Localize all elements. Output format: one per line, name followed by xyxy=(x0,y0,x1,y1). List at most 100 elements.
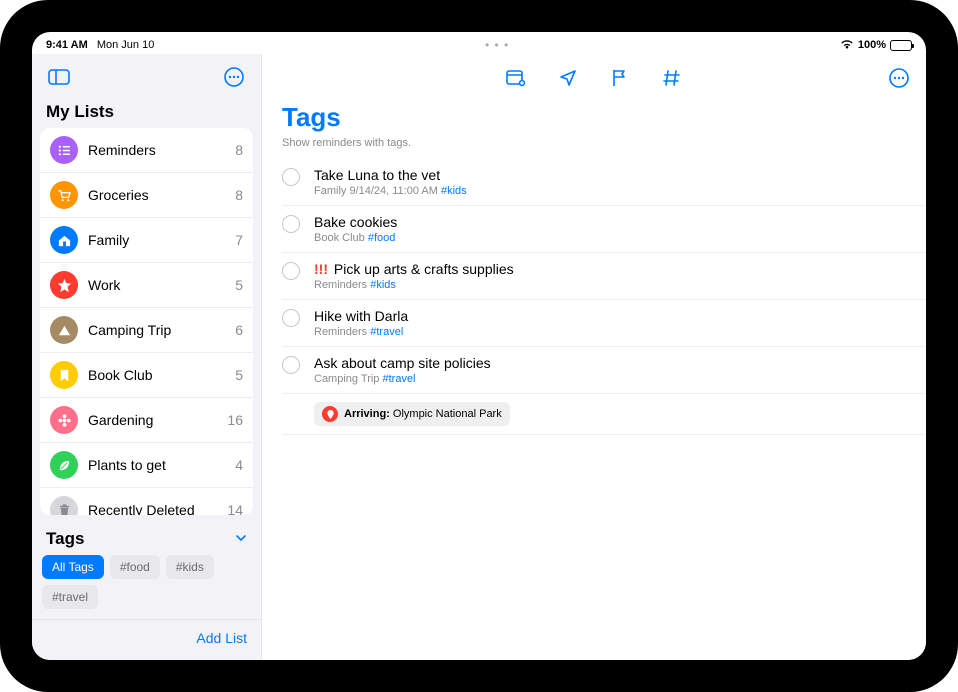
status-date: Mon Jun 10 xyxy=(97,39,154,51)
tag-pill[interactable]: #food xyxy=(110,555,160,579)
reminder-item[interactable]: Bake cookies Book Club #food xyxy=(282,206,926,253)
complete-circle[interactable] xyxy=(282,262,300,280)
list-item[interactable]: Reminders8 xyxy=(40,128,253,173)
list-item[interactable]: Work5 xyxy=(40,263,253,308)
reminder-title-text: Hike with Darla xyxy=(314,308,408,324)
reminder-meta: Book Club #food xyxy=(314,232,912,244)
list-count: 5 xyxy=(235,277,243,293)
list-name: Family xyxy=(88,232,235,248)
trash-icon xyxy=(50,496,78,515)
priority-indicator: !!! xyxy=(314,261,328,277)
hashtag-icon[interactable] xyxy=(659,65,685,91)
list-name: Work xyxy=(88,277,235,293)
tag-pill[interactable]: #travel xyxy=(42,585,98,609)
reminder-title-text: Pick up arts & crafts supplies xyxy=(334,261,514,277)
location-pin-icon xyxy=(322,406,338,422)
wifi-icon xyxy=(840,39,854,52)
reminder-tag[interactable]: #travel xyxy=(370,326,403,338)
reminders-list: Take Luna to the vet Family 9/14/24, 11:0… xyxy=(262,151,926,435)
reminder-meta: Reminders #kids xyxy=(314,279,912,291)
tent-icon xyxy=(50,316,78,344)
list-item[interactable]: Groceries8 xyxy=(40,173,253,218)
reminder-item[interactable]: Ask about camp site policies Camping Trip… xyxy=(282,347,926,394)
bookmark-icon xyxy=(50,361,78,389)
reminder-title-text: Ask about camp site policies xyxy=(314,355,491,371)
list-count: 8 xyxy=(235,142,243,158)
battery-icon xyxy=(890,40,912,51)
reminder-title-text: Take Luna to the vet xyxy=(314,167,440,183)
list-count: 5 xyxy=(235,367,243,383)
reminder-tag[interactable]: #travel xyxy=(382,373,415,385)
reminder-item[interactable]: Hike with Darla Reminders #travel xyxy=(282,300,926,347)
list-name: Gardening xyxy=(88,412,227,428)
list-item[interactable]: Camping Trip6 xyxy=(40,308,253,353)
screen: 9:41 AM Mon Jun 10 • • • 100% xyxy=(32,32,926,660)
reminder-title: Hike with Darla xyxy=(314,308,912,324)
reminder-title: !!! Pick up arts & crafts supplies xyxy=(314,261,912,277)
add-list-button[interactable]: Add List xyxy=(196,630,247,646)
complete-circle[interactable] xyxy=(282,168,300,186)
page-title: Tags xyxy=(282,102,906,133)
reminder-title: Take Luna to the vet xyxy=(314,167,912,183)
list-name: Camping Trip xyxy=(88,322,235,338)
reminder-item[interactable]: Take Luna to the vet Family 9/14/24, 11:0… xyxy=(282,159,926,206)
reminder-tag[interactable]: #kids xyxy=(441,185,467,197)
lists-container: Reminders8Groceries8Family7Work5Camping … xyxy=(40,128,253,515)
leaf-icon xyxy=(50,451,78,479)
tags-header: Tags xyxy=(46,529,84,549)
tag-pill[interactable]: #kids xyxy=(166,555,214,579)
cart-icon xyxy=(50,181,78,209)
list-item[interactable]: Book Club5 xyxy=(40,353,253,398)
sidebar: My Lists Reminders8Groceries8Family7Work… xyxy=(32,54,262,660)
list-name: Book Club xyxy=(88,367,235,383)
more-options-icon[interactable] xyxy=(886,65,912,91)
my-lists-header: My Lists xyxy=(32,96,261,128)
list-item[interactable]: Gardening16 xyxy=(40,398,253,443)
reminder-meta: Family 9/14/24, 11:00 AM #kids xyxy=(314,185,912,197)
list-count: 4 xyxy=(235,457,243,473)
more-icon[interactable] xyxy=(221,64,247,90)
tag-pill[interactable]: All Tags xyxy=(42,555,104,579)
status-bar: 9:41 AM Mon Jun 10 • • • 100% xyxy=(32,32,926,54)
location-icon[interactable] xyxy=(555,65,581,91)
location-chip[interactable]: Arriving: Olympic National Park xyxy=(314,402,510,426)
complete-circle[interactable] xyxy=(282,309,300,327)
list-name: Reminders xyxy=(88,142,235,158)
reminder-tag[interactable]: #kids xyxy=(370,279,396,291)
sidebar-toggle-icon[interactable] xyxy=(46,64,72,90)
complete-circle[interactable] xyxy=(282,215,300,233)
list-name: Recently Deleted xyxy=(88,502,227,515)
list-icon xyxy=(50,136,78,164)
chevron-down-icon[interactable] xyxy=(235,529,247,549)
flower-icon xyxy=(50,406,78,434)
list-count: 6 xyxy=(235,322,243,338)
multitask-dots[interactable]: • • • xyxy=(154,38,840,52)
toolbar xyxy=(262,54,926,96)
flag-icon[interactable] xyxy=(607,65,633,91)
battery-pct: 100% xyxy=(858,39,886,51)
list-item[interactable]: Recently Deleted14 xyxy=(40,488,253,515)
house-icon xyxy=(50,226,78,254)
reminder-title-text: Bake cookies xyxy=(314,214,397,230)
list-item[interactable]: Family7 xyxy=(40,218,253,263)
list-count: 8 xyxy=(235,187,243,203)
reminder-meta: Reminders #travel xyxy=(314,326,912,338)
reminder-item[interactable]: !!! Pick up arts & crafts supplies Remind… xyxy=(282,253,926,300)
list-count: 7 xyxy=(235,232,243,248)
page-subtitle: Show reminders with tags. xyxy=(282,137,906,149)
list-name: Plants to get xyxy=(88,457,235,473)
ipad-frame: 9:41 AM Mon Jun 10 • • • 100% xyxy=(0,0,958,692)
reminder-title: Ask about camp site policies xyxy=(314,355,912,371)
list-item[interactable]: Plants to get4 xyxy=(40,443,253,488)
list-count: 16 xyxy=(227,412,243,428)
star-icon xyxy=(50,271,78,299)
content-area: Tags Show reminders with tags. Take Luna… xyxy=(262,54,926,660)
calendar-icon[interactable] xyxy=(503,65,529,91)
reminder-meta: Camping Trip #travel xyxy=(314,373,912,385)
list-count: 14 xyxy=(227,502,243,515)
reminder-tag[interactable]: #food xyxy=(368,232,396,244)
status-time: 9:41 AM xyxy=(46,39,88,51)
reminder-location-row: Arriving: Olympic National Park xyxy=(282,394,926,435)
reminder-title: Bake cookies xyxy=(314,214,912,230)
complete-circle[interactable] xyxy=(282,356,300,374)
